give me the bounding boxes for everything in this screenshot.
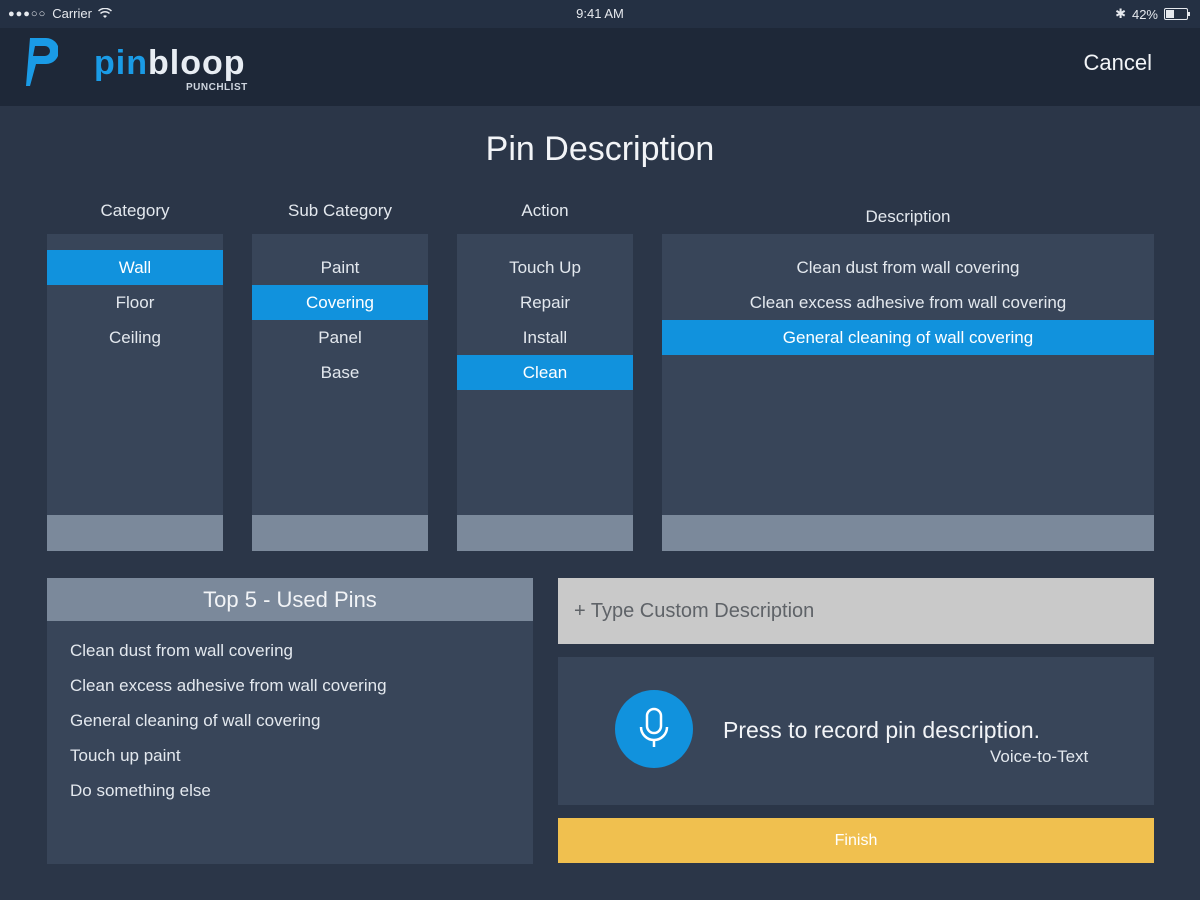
action-item[interactable]: Install: [457, 320, 633, 355]
logo-pin: pin: [94, 44, 148, 82]
logo-mark-icon: [26, 38, 58, 86]
sub-category-item[interactable]: Base: [252, 355, 428, 390]
description-item[interactable]: Clean dust from wall covering: [662, 250, 1154, 285]
microphone-icon: [639, 707, 669, 747]
category-item[interactable]: Floor: [47, 285, 223, 320]
description-list: Clean dust from wall covering Clean exces…: [662, 234, 1154, 551]
category-item[interactable]: Ceiling: [47, 320, 223, 355]
status-time: 9:41 AM: [576, 6, 624, 21]
action-item[interactable]: Clean: [457, 355, 633, 390]
main-content: Pin Description Category Sub Category Ac…: [0, 106, 1200, 900]
category-list: Wall Floor Ceiling: [47, 234, 223, 551]
description-label: Description: [865, 207, 951, 226]
status-bar: ●●●○○ Carrier 9:41 AM ✱ 42%: [0, 0, 1200, 28]
voice-panel: Press to record pin description. Voice-t…: [558, 657, 1154, 805]
sub-category-label: Sub Category: [288, 201, 392, 220]
description-list-footer: [662, 515, 1154, 551]
bluetooth-icon: ✱: [1115, 6, 1126, 21]
battery-fill: [1166, 10, 1175, 18]
record-button[interactable]: [615, 690, 693, 768]
pinbloop-logo: pinbloop PUNCHLIST: [24, 34, 254, 96]
top5-item[interactable]: General cleaning of wall covering: [47, 703, 533, 738]
logo-bloop: bloop: [147, 44, 246, 82]
description-item[interactable]: Clean excess adhesive from wall covering: [662, 285, 1154, 320]
category-item[interactable]: Wall: [47, 250, 223, 285]
top5-panel: Top 5 - Used Pins Clean dust from wall c…: [47, 578, 533, 864]
sub-category-list: Paint Covering Panel Base: [252, 234, 428, 551]
top5-list: Clean dust from wall covering Clean exces…: [47, 621, 533, 808]
logo-wordmark: pinbloop: [94, 44, 246, 83]
battery-percent: 42%: [1131, 6, 1158, 22]
action-list: Touch Up Repair Install Clean: [457, 234, 633, 551]
sub-category-item[interactable]: Paint: [252, 250, 428, 285]
voice-to-text-label: Voice-to-Text: [990, 747, 1089, 766]
top5-item[interactable]: Touch up paint: [47, 738, 533, 773]
description-item[interactable]: General cleaning of wall covering: [662, 320, 1154, 355]
app-header: pinbloop PUNCHLIST Cancel: [0, 28, 1200, 106]
battery-icon: [1164, 8, 1190, 20]
status-right: ✱ 42%: [1115, 6, 1190, 22]
top5-item[interactable]: Clean dust from wall covering: [47, 633, 533, 668]
action-list-footer: [457, 515, 633, 551]
action-item[interactable]: Touch Up: [457, 250, 633, 285]
category-list-footer: [47, 515, 223, 551]
finish-button[interactable]: Finish: [558, 818, 1154, 863]
record-prompt: Press to record pin description.: [723, 717, 1041, 743]
sub-category-item[interactable]: Covering: [252, 285, 428, 320]
top5-item[interactable]: Clean excess adhesive from wall covering: [47, 668, 533, 703]
page-title: Pin Description: [485, 130, 715, 168]
logo-subtitle: PUNCHLIST: [186, 82, 248, 93]
category-label: Category: [100, 201, 170, 220]
custom-description-input[interactable]: [558, 578, 1154, 644]
sub-category-item[interactable]: Panel: [252, 320, 428, 355]
action-item[interactable]: Repair: [457, 285, 633, 320]
sub-category-list-footer: [252, 515, 428, 551]
top5-item[interactable]: Do something else: [47, 773, 533, 808]
top5-title: Top 5 - Used Pins: [47, 578, 533, 621]
cancel-button[interactable]: Cancel: [1084, 50, 1152, 76]
action-label: Action: [521, 201, 569, 220]
